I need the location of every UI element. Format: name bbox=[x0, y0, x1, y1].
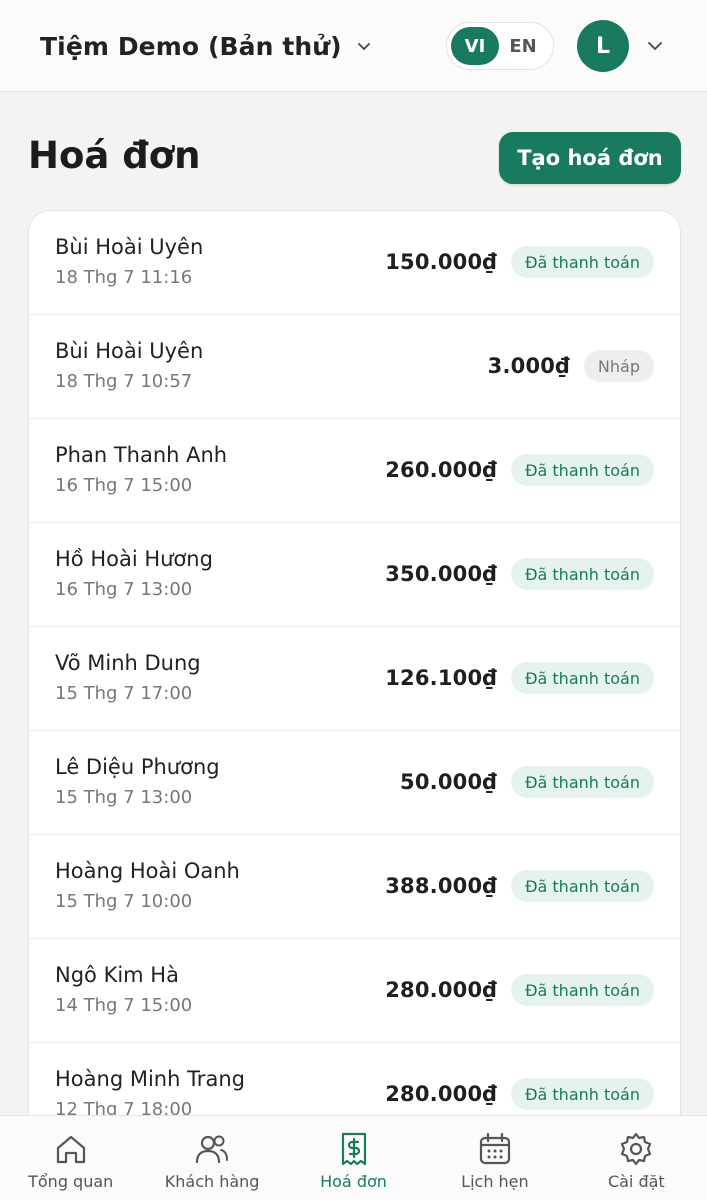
invoice-row[interactable]: Phan Thanh Anh 16 Thg 7 15:00 260.000₫ Đ… bbox=[29, 419, 680, 523]
status-badge: Đã thanh toán bbox=[511, 558, 654, 590]
invoice-row[interactable]: Hoàng Hoài Oanh 15 Thg 7 10:00 388.000₫ … bbox=[29, 835, 680, 939]
status-badge: Đã thanh toán bbox=[511, 662, 654, 694]
invoice-summary: 3.000₫ Nháp bbox=[488, 349, 654, 383]
status-badge: Nháp bbox=[583, 350, 654, 382]
invoice-amount: 260.000₫ bbox=[385, 458, 498, 482]
customer-name: Ngô Kim Hà bbox=[55, 963, 179, 987]
invoice-date: 18 Thg 7 10:57 bbox=[55, 371, 193, 392]
invoice-row[interactable]: Bùi Hoài Uyên 18 Thg 7 10:57 3.000₫ Nháp bbox=[29, 315, 680, 419]
invoice-summary: 280.000₫ Đã thanh toán bbox=[385, 1077, 654, 1111]
status-badge: Đã thanh toán bbox=[511, 246, 654, 278]
lang-vi-button[interactable]: VI bbox=[451, 27, 499, 65]
invoice-list: Bùi Hoài Uyên 18 Thg 7 11:16 150.000₫ Đã… bbox=[28, 210, 681, 1140]
nav-label: Cài đặt bbox=[607, 1172, 665, 1191]
language-toggle: VI EN bbox=[446, 22, 554, 70]
invoice-summary: 260.000₫ Đã thanh toán bbox=[385, 453, 654, 487]
shop-switcher[interactable]: Tiệm Demo (Bản thử) bbox=[40, 26, 372, 66]
invoice-amount: 50.000₫ bbox=[400, 770, 498, 794]
invoice-date: 16 Thg 7 15:00 bbox=[55, 475, 193, 496]
create-invoice-button[interactable]: Tạo hoá đơn bbox=[499, 132, 681, 184]
nav-item-calendar[interactable]: Lịch hẹn bbox=[424, 1116, 565, 1200]
invoice-summary: 50.000₫ Đã thanh toán bbox=[400, 765, 654, 799]
invoice-row[interactable]: Võ Minh Dung 15 Thg 7 17:00 126.100₫ Đã … bbox=[29, 627, 680, 731]
customer-name: Hoàng Hoài Oanh bbox=[55, 859, 240, 883]
chevron-down-icon bbox=[357, 43, 370, 50]
status-badge: Đã thanh toán bbox=[511, 766, 654, 798]
invoice-date: 14 Thg 7 15:00 bbox=[55, 995, 193, 1016]
customer-name: Lê Diệu Phương bbox=[55, 755, 220, 779]
invoice-date: 15 Thg 7 13:00 bbox=[55, 787, 193, 808]
nav-label: Khách hàng bbox=[164, 1172, 260, 1191]
invoice-date: 18 Thg 7 11:16 bbox=[55, 267, 193, 288]
nav-item-gear[interactable]: Cài đặt bbox=[566, 1116, 707, 1200]
invoice-summary: 150.000₫ Đã thanh toán bbox=[385, 245, 654, 279]
home-icon bbox=[56, 1135, 85, 1164]
invoice-summary: 126.100₫ Đã thanh toán bbox=[385, 661, 654, 695]
shop-name: Tiệm Demo (Bản thử) bbox=[40, 31, 342, 61]
invoice-date: 15 Thg 7 17:00 bbox=[55, 683, 193, 704]
invoice-row[interactable]: Ngô Kim Hà 14 Thg 7 15:00 280.000₫ Đã th… bbox=[29, 939, 680, 1043]
invoice-summary: 388.000₫ Đã thanh toán bbox=[385, 869, 654, 903]
nav-label: Lịch hẹn bbox=[461, 1172, 529, 1191]
status-badge: Đã thanh toán bbox=[511, 974, 654, 1006]
nav-item-users[interactable]: Khách hàng bbox=[141, 1116, 282, 1200]
invoice-amount: 388.000₫ bbox=[385, 874, 498, 898]
invoice-summary: 350.000₫ Đã thanh toán bbox=[385, 557, 654, 591]
invoice-row[interactable]: Lê Diệu Phương 15 Thg 7 13:00 50.000₫ Đã… bbox=[29, 731, 680, 835]
customer-name: Phan Thanh Anh bbox=[55, 443, 228, 467]
gear-icon bbox=[621, 1132, 652, 1166]
top-bar: Tiệm Demo (Bản thử) VI EN L bbox=[0, 0, 707, 92]
avatar[interactable]: L bbox=[577, 20, 629, 72]
invoice-amount: 3.000₫ bbox=[487, 354, 570, 378]
bottom-nav: Tổng quan Khách hàng Hoá đơn Lịch hẹn Cà… bbox=[0, 1115, 707, 1200]
invoice-amount: 280.000₫ bbox=[385, 978, 498, 1002]
invoice-date: 16 Thg 7 13:00 bbox=[55, 579, 193, 600]
customer-name: Hoàng Minh Trang bbox=[55, 1067, 245, 1091]
nav-label: Hoá đơn bbox=[320, 1172, 387, 1191]
status-badge: Đã thanh toán bbox=[511, 454, 654, 486]
receipt-icon bbox=[341, 1132, 366, 1166]
invoice-date: 15 Thg 7 10:00 bbox=[55, 891, 193, 912]
invoice-amount: 126.100₫ bbox=[385, 666, 498, 690]
invoice-amount: 350.000₫ bbox=[385, 562, 498, 586]
invoice-amount: 150.000₫ bbox=[385, 250, 498, 274]
invoice-amount: 280.000₫ bbox=[385, 1082, 498, 1106]
page-title: Hoá đơn bbox=[28, 134, 201, 177]
invoice-row[interactable]: Hồ Hoài Hương 16 Thg 7 13:00 350.000₫ Đã… bbox=[29, 523, 680, 627]
status-badge: Đã thanh toán bbox=[511, 870, 654, 902]
nav-item-receipt[interactable]: Hoá đơn bbox=[283, 1116, 424, 1200]
nav-item-home[interactable]: Tổng quan bbox=[0, 1116, 141, 1200]
invoice-summary: 280.000₫ Đã thanh toán bbox=[385, 973, 654, 1007]
users-icon bbox=[196, 1135, 229, 1164]
customer-name: Hồ Hoài Hương bbox=[55, 547, 213, 571]
calendar-icon bbox=[479, 1132, 511, 1165]
lang-en-button[interactable]: EN bbox=[499, 27, 547, 65]
nav-label: Tổng quan bbox=[28, 1172, 114, 1191]
customer-name: Bùi Hoài Uyên bbox=[55, 339, 204, 363]
customer-name: Bùi Hoài Uyên bbox=[55, 235, 204, 259]
customer-name: Võ Minh Dung bbox=[55, 651, 201, 675]
status-badge: Đã thanh toán bbox=[511, 1078, 654, 1110]
invoice-row[interactable]: Bùi Hoài Uyên 18 Thg 7 11:16 150.000₫ Đã… bbox=[29, 211, 680, 315]
chevron-down-icon[interactable] bbox=[646, 38, 664, 54]
